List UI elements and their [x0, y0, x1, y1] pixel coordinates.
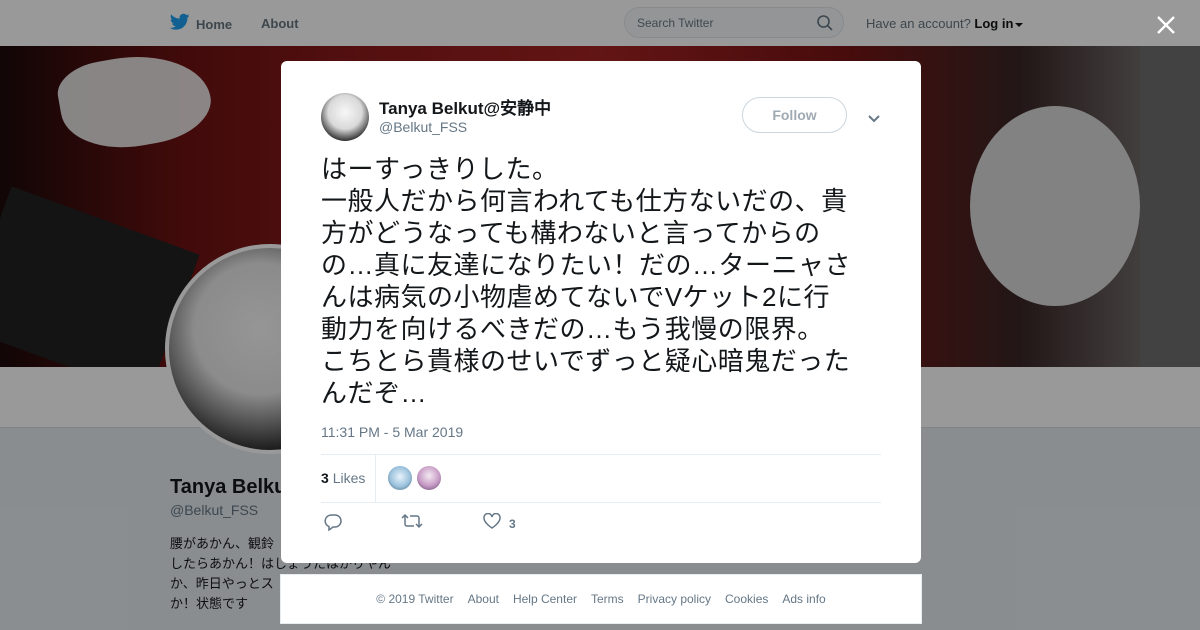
tweet-text-line: の…真に友達になりたい！だの…ターニャさ	[321, 250, 852, 280]
heart-icon	[483, 512, 501, 534]
follow-button[interactable]: Follow	[742, 97, 847, 133]
tweet-text-line: 一般人だから何言われても仕方ないだの、貴	[321, 186, 848, 216]
footer-link-terms[interactable]: Terms	[591, 592, 624, 606]
footer: © 2019 Twitter About Help Center Terms P…	[280, 574, 922, 624]
retweet-icon[interactable]	[401, 513, 423, 529]
likes-label: Likes	[332, 470, 366, 486]
reply-icon[interactable]	[324, 513, 342, 531]
tweet-text: はーすっきりした。 一般人だから何言われても仕方ないだの、貴 方がどうなっても構…	[321, 153, 886, 409]
tweet-text-line: こちとら貴様のせいでずっと疑心暗鬼だった	[321, 346, 851, 376]
author-name[interactable]: Tanya Belkut@安静中	[379, 94, 551, 119]
author-avatar[interactable]	[321, 93, 369, 141]
tweet-text-line: 動力を向けるべきだの…もう我慢の限界。	[321, 314, 824, 344]
stats-divider	[375, 455, 376, 502]
footer-link-help-center[interactable]: Help Center	[513, 592, 577, 606]
tweet-text-line: はーすっきりした。	[321, 154, 559, 184]
tweet-timestamp[interactable]: 11:31 PM - 5 Mar 2019	[321, 424, 463, 440]
footer-link-privacy[interactable]: Privacy policy	[638, 592, 711, 606]
like-button[interactable]: 3	[483, 512, 516, 534]
tweet-text-line: んだぞ…	[321, 378, 428, 408]
liker-avatar[interactable]	[388, 466, 412, 490]
close-icon[interactable]	[1154, 13, 1178, 37]
tweet-text-line: 方がどうなっても構わないと言ってからの	[321, 218, 821, 248]
author-handle[interactable]: @Belkut_FSS	[379, 119, 467, 135]
like-count: 3	[509, 516, 516, 531]
likes-stat[interactable]: 3 Likes	[321, 470, 365, 486]
footer-copyright: © 2019 Twitter	[376, 592, 454, 606]
liker-avatar[interactable]	[417, 466, 441, 490]
chevron-down-icon[interactable]	[867, 111, 881, 129]
likes-count: 3	[321, 470, 329, 486]
tweet-text-line: んは病気の小物虐めてないでVケット2に行	[321, 282, 831, 312]
tweet-stats: 3 Likes	[321, 454, 881, 503]
footer-link-about[interactable]: About	[468, 592, 499, 606]
footer-link-cookies[interactable]: Cookies	[725, 592, 768, 606]
footer-link-ads-info[interactable]: Ads info	[782, 592, 825, 606]
tweet-actions: 3	[321, 512, 881, 537]
tweet-modal: Tanya Belkut@安静中 @Belkut_FSS Follow はーすっ…	[281, 61, 921, 563]
